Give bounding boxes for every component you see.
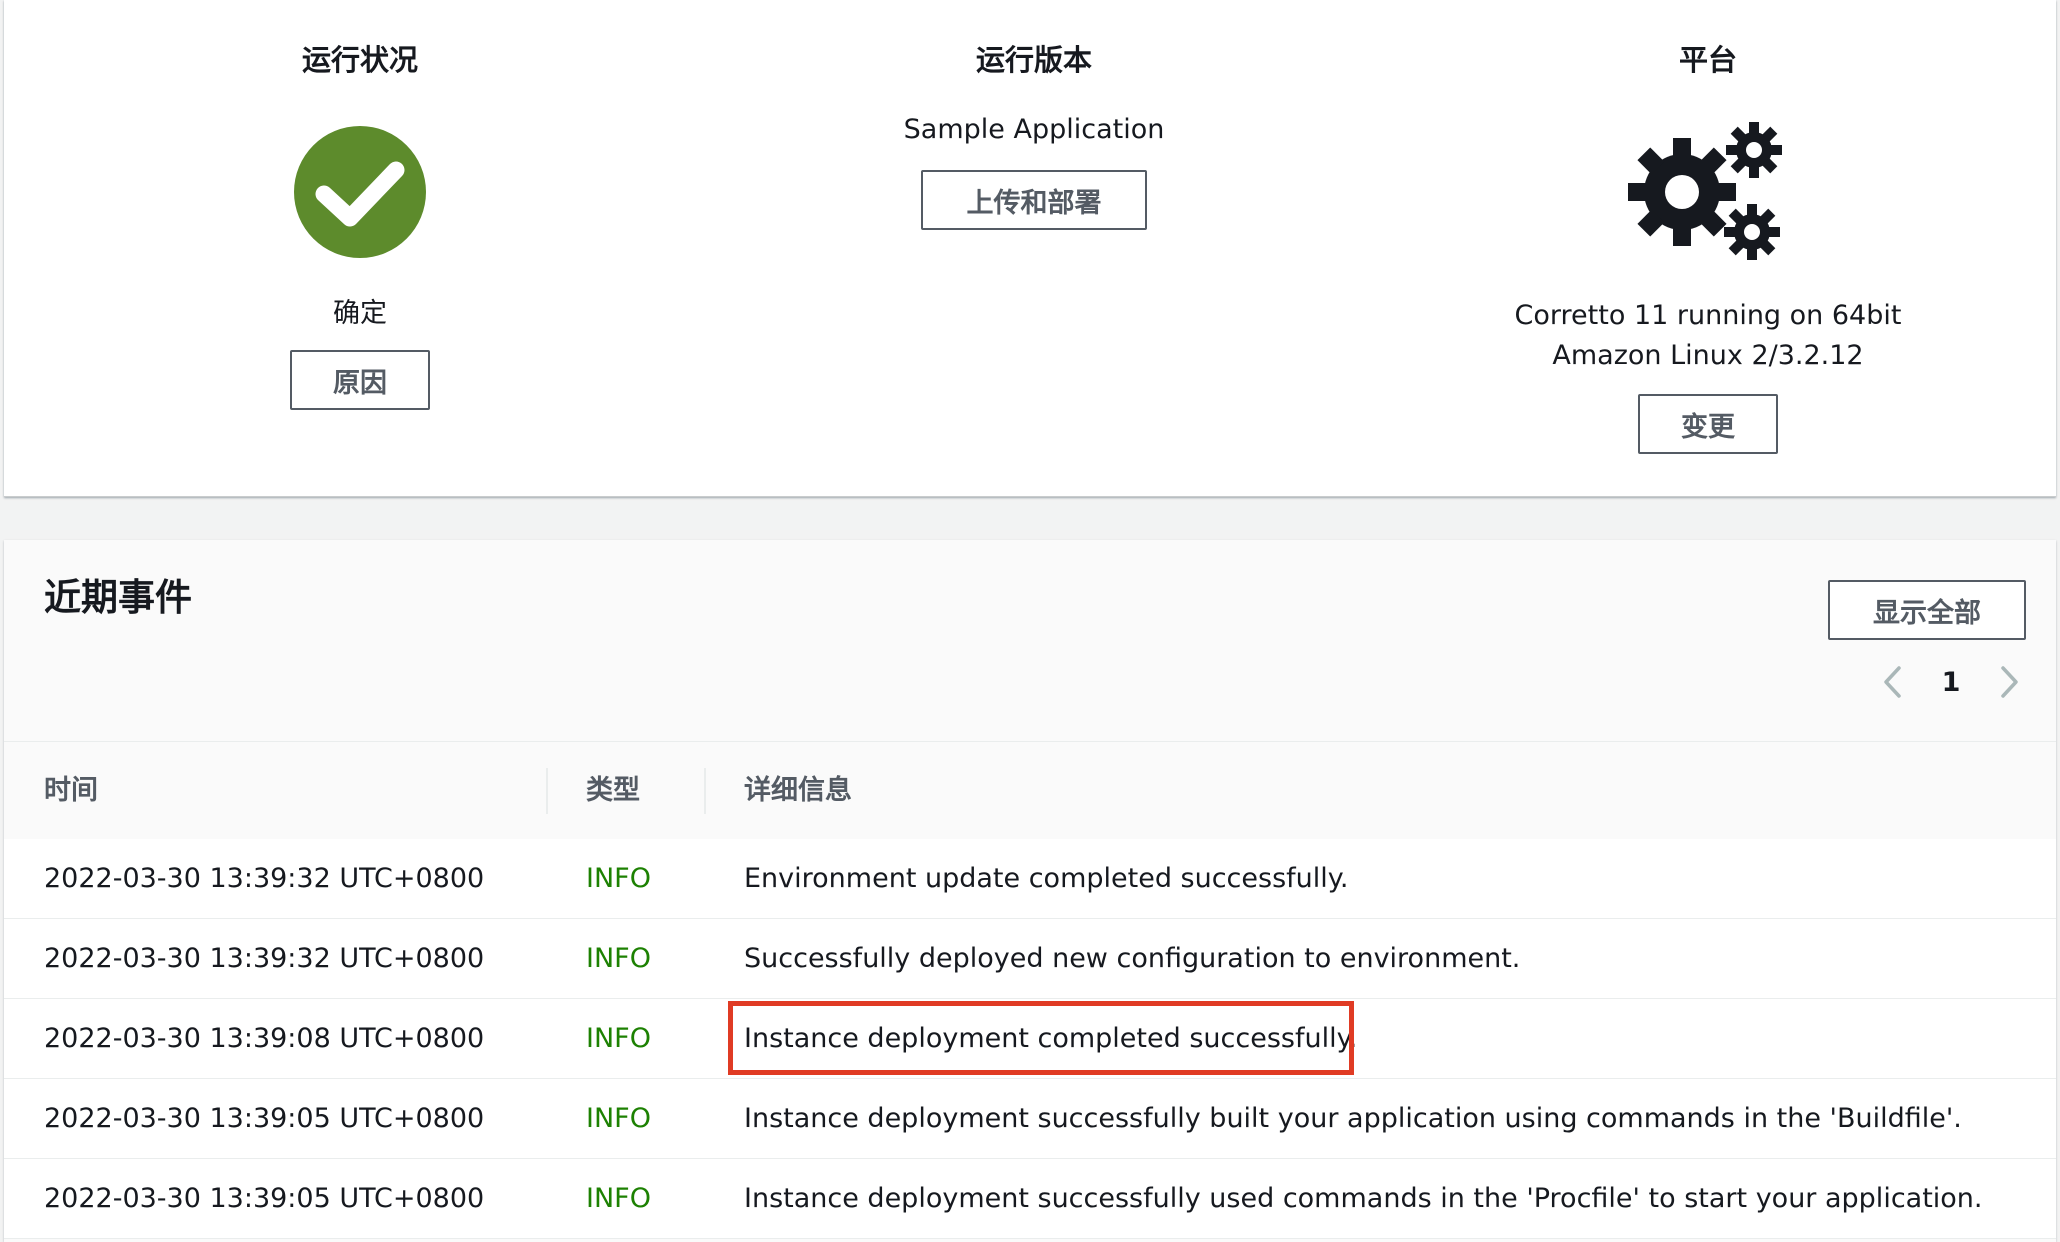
column-header-time[interactable]: 时间 <box>44 742 98 840</box>
events-table-header: 时间 类型 详细信息 <box>4 741 2056 841</box>
column-divider[interactable] <box>704 768 706 814</box>
health-status-text: 确定 <box>333 298 387 329</box>
event-detail: Successfully deployed new configuration … <box>744 943 1521 974</box>
events-table-body: 2022-03-30 13:39:32 UTC+0800 INFO Enviro… <box>4 839 2056 1239</box>
column-header-details[interactable]: 详细信息 <box>744 742 852 840</box>
event-type: INFO <box>586 1023 651 1054</box>
table-row: 2022-03-30 13:39:32 UTC+0800 INFO Enviro… <box>4 839 2056 919</box>
event-type: INFO <box>586 1103 651 1134</box>
next-page-button[interactable] <box>1994 662 2026 702</box>
platform-description: Corretto 11 running on 64bit Amazon Linu… <box>1448 296 1968 376</box>
event-time: 2022-03-30 13:39:05 UTC+0800 <box>44 1103 485 1134</box>
event-time: 2022-03-30 13:39:05 UTC+0800 <box>44 1183 485 1214</box>
platform-line-1: Corretto 11 running on 64bit <box>1514 300 1902 331</box>
pagination: 1 <box>1876 660 2026 704</box>
chevron-right-icon <box>2001 666 2018 698</box>
platform-line-2: Amazon Linux 2/3.2.12 <box>1552 340 1864 371</box>
table-row: 2022-03-30 13:39:05 UTC+0800 INFO Instan… <box>4 1079 2056 1159</box>
gears-icon <box>1628 122 1782 260</box>
table-row: 2022-03-30 13:39:08 UTC+0800 INFO Instan… <box>4 999 2056 1079</box>
table-row: 2022-03-30 13:39:32 UTC+0800 INFO Succes… <box>4 919 2056 999</box>
table-row: 2022-03-30 13:39:05 UTC+0800 INFO Instan… <box>4 1159 2056 1239</box>
column-header-type[interactable]: 类型 <box>586 742 640 840</box>
previous-page-button[interactable] <box>1876 662 1908 702</box>
event-detail: Instance deployment successfully built y… <box>744 1103 1962 1134</box>
event-time: 2022-03-30 13:39:08 UTC+0800 <box>44 1023 485 1054</box>
running-version-section: 运行版本 Sample Application 上传和部署 <box>694 0 1374 496</box>
chevron-left-icon <box>1884 666 1901 698</box>
event-detail: Environment update completed successfull… <box>744 863 1349 894</box>
health-section: 运行状况 确定 原因 <box>20 0 700 496</box>
platform-title: 平台 <box>1678 43 1737 77</box>
event-type: INFO <box>586 943 651 974</box>
check-circle-icon <box>294 126 426 258</box>
show-all-button[interactable]: 显示全部 <box>1828 580 2026 640</box>
version-label: Sample Application <box>903 114 1165 145</box>
event-time: 2022-03-30 13:39:32 UTC+0800 <box>44 863 485 894</box>
running-version-title: 运行版本 <box>975 43 1092 77</box>
causes-button[interactable]: 原因 <box>290 350 430 410</box>
event-type: INFO <box>586 1183 651 1214</box>
event-detail: Instance deployment successfully used co… <box>744 1183 1983 1214</box>
event-detail: Instance deployment completed successful… <box>744 1023 1358 1054</box>
health-title: 运行状况 <box>301 43 418 77</box>
current-page-number[interactable]: 1 <box>1942 667 1961 698</box>
column-divider[interactable] <box>546 768 548 814</box>
recent-events-title: 近期事件 <box>44 576 192 619</box>
environment-summary-panel: 运行状况 确定 原因 运行版本 Sample Application 上传和部署… <box>4 0 2056 497</box>
event-time: 2022-03-30 13:39:32 UTC+0800 <box>44 943 485 974</box>
event-type: INFO <box>586 863 651 894</box>
platform-section: 平台 Corretto 11 running on 64bit Amazon L… <box>1368 0 2048 496</box>
change-platform-button[interactable]: 变更 <box>1638 394 1778 454</box>
upload-deploy-button[interactable]: 上传和部署 <box>921 170 1147 230</box>
recent-events-panel: 近期事件 显示全部 1 时间 类型 详细信息 2022-03-30 13:39:… <box>4 540 2056 1242</box>
